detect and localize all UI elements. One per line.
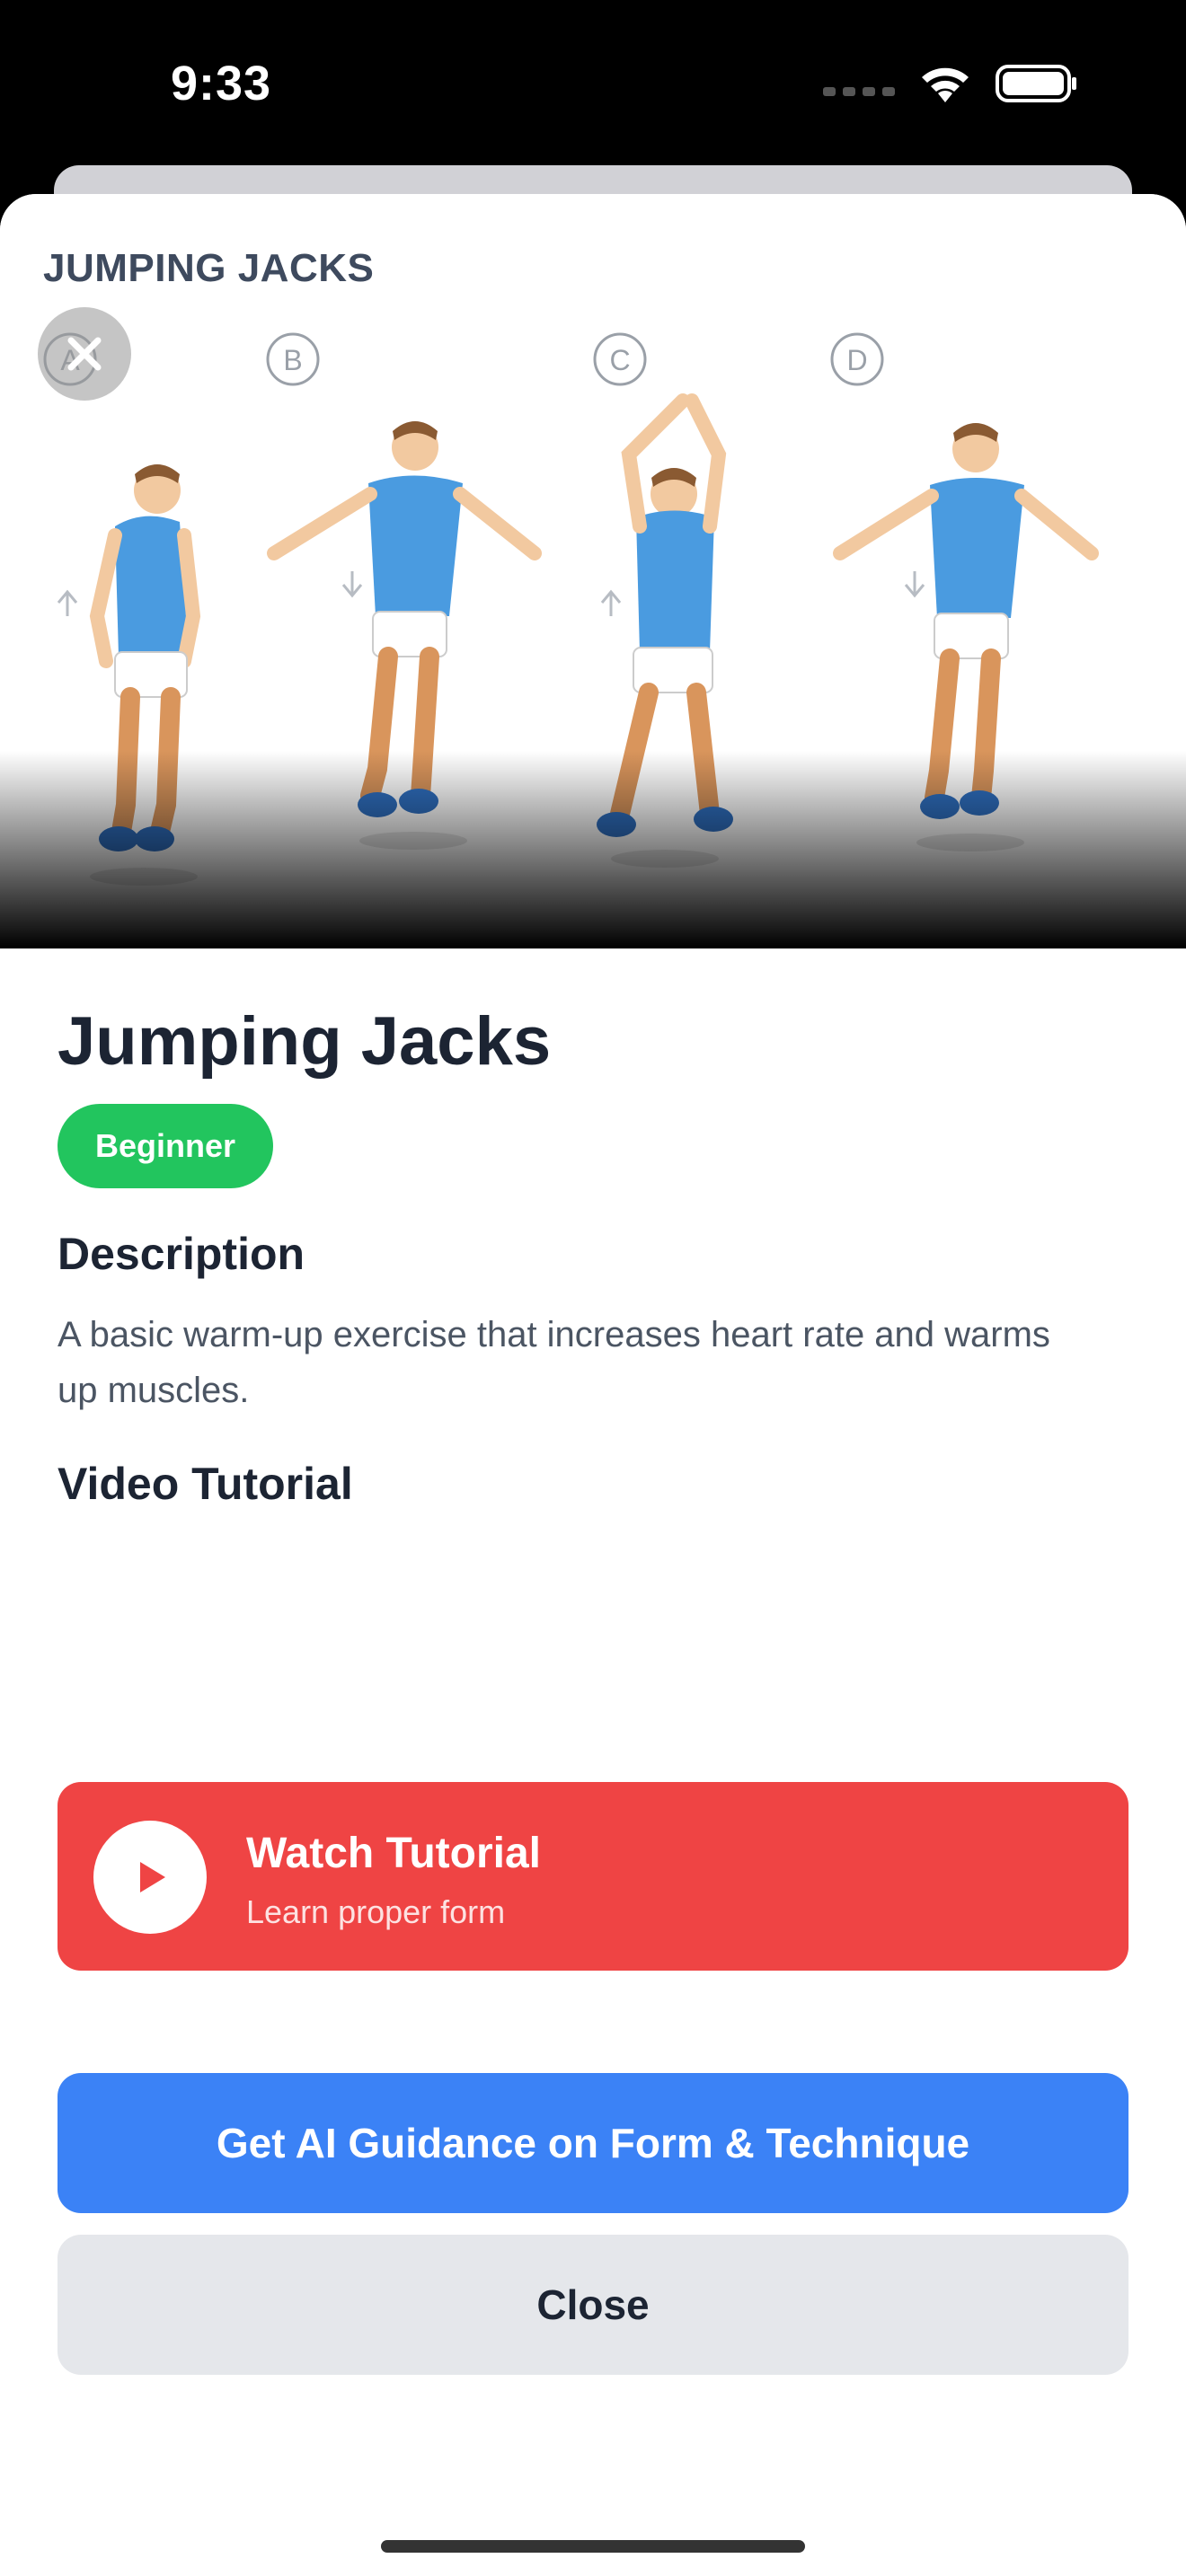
dismiss-button[interactable]: [38, 307, 131, 401]
step-label-b: B: [283, 344, 302, 376]
play-icon: [140, 1862, 165, 1892]
home-indicator[interactable]: [381, 2540, 805, 2553]
wifi-icon: [922, 67, 969, 102]
image-fade-overlay: [0, 751, 1186, 948]
exercise-detail-sheet: JUMPING JACKS A B C D: [0, 194, 1186, 2576]
step-label-c: C: [609, 344, 630, 376]
status-bar: 9:33: [0, 0, 1186, 180]
signal-icon: [823, 87, 895, 96]
difficulty-badge: Beginner: [58, 1104, 274, 1188]
video-tutorial-heading: Video Tutorial: [58, 1459, 353, 1509]
exercise-title: Jumping Jacks: [58, 1003, 552, 1080]
close-icon: [67, 337, 102, 371]
description-heading: Description: [58, 1229, 305, 1279]
status-time: 9:33: [171, 57, 272, 110]
step-label-d: D: [846, 344, 867, 376]
play-button: [93, 1821, 207, 1934]
battery-icon: [996, 65, 1076, 102]
description-text: A basic warm-up exercise that increases …: [58, 1315, 1050, 1410]
exercise-content: Jumping Jacks Beginner Description A bas…: [58, 1002, 1128, 2375]
status-icons: [823, 63, 1078, 104]
ai-guidance-button[interactable]: Get AI Guidance on Form & Technique: [58, 2073, 1128, 2213]
watch-tutorial-title: Watch Tutorial: [246, 1830, 541, 1877]
close-button[interactable]: Close: [58, 2235, 1128, 2375]
watch-tutorial-card[interactable]: Watch Tutorial Learn proper form: [58, 1782, 1128, 1971]
watch-tutorial-subtitle: Learn proper form: [246, 1893, 506, 1930]
exercise-illustration: JUMPING JACKS A B C D: [0, 194, 1186, 948]
